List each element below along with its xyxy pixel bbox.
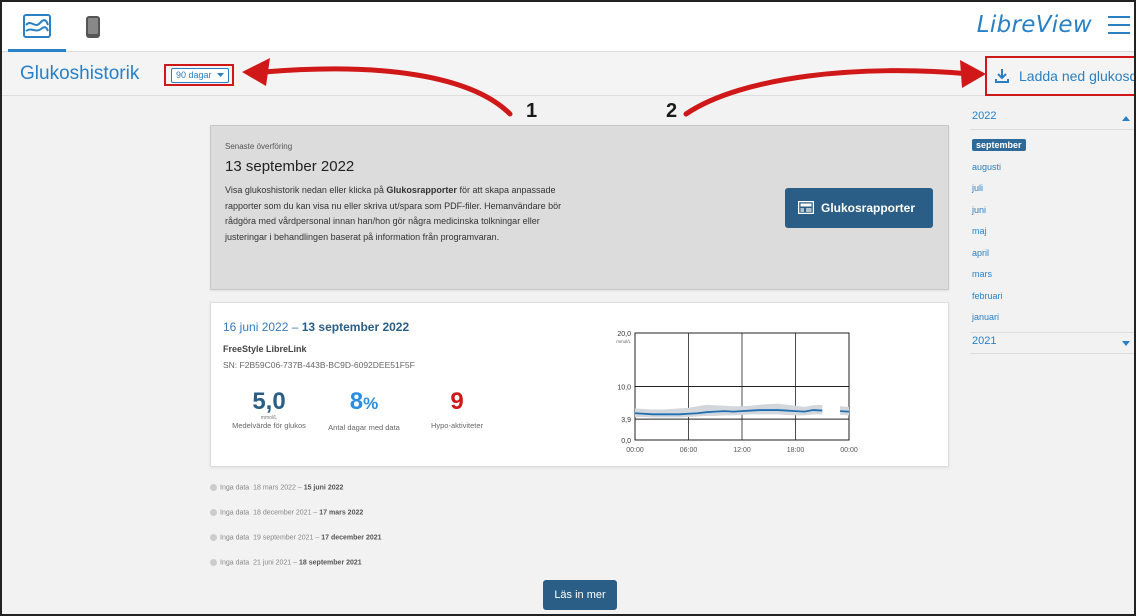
median-line	[840, 410, 850, 413]
x-tick-label: 12:00	[733, 447, 751, 454]
range-label: 90 dagar	[176, 70, 212, 80]
stat-days-with-data: 8% Antal dagar med data	[323, 389, 405, 433]
y-tick-label: 0,0	[621, 438, 631, 445]
month-item-juni[interactable]: juni	[970, 203, 1070, 225]
page-title: Glukoshistorik	[20, 63, 140, 84]
period-range: 16 juni 2022 – 13 september 2022	[223, 320, 409, 334]
month-item-maj[interactable]: maj	[970, 224, 1070, 246]
y-tick-label: 10,0	[617, 385, 631, 392]
stat-value: 9	[450, 388, 464, 415]
period-summary-card: 16 juni 2022 – 13 september 2022 FreeSty…	[210, 302, 949, 467]
stat-label: Antal dagar med data	[328, 423, 400, 432]
nav-glucose-history[interactable]	[8, 2, 66, 52]
no-data-label: Inga data	[220, 559, 250, 567]
period-end: 13 september 2022	[301, 320, 410, 334]
annotation-number-1: 1	[526, 100, 538, 122]
x-tick-label: 06:00	[680, 447, 698, 454]
daily-glucose-chart: 20,0 10,0 3,9 0,0 mmol/L 00:00 06:00 12:00 18:00…	[616, 331, 858, 454]
no-data-start: 18 december 2021 –	[253, 509, 318, 517]
status-dot	[210, 509, 217, 516]
month-list: september augusti juli juni maj april ma…	[970, 138, 1070, 332]
stat-label: Medelvärde för glukos	[232, 421, 306, 430]
month-item-augusti[interactable]: augusti	[970, 160, 1070, 182]
app-frame: LibreView Glukoshistorik 90 dagar Ladda …	[0, 0, 1136, 616]
latest-upload-date: 13 september 2022	[225, 158, 355, 175]
month-item-februari[interactable]: februari	[970, 289, 1070, 311]
month-label: september	[972, 139, 1026, 151]
glucose-reports-label: Glukosrapporter	[821, 201, 916, 215]
no-data-start: 19 september 2021 –	[253, 534, 320, 542]
no-data-end: 15 juni 2022	[303, 484, 344, 492]
no-data-start: 21 juni 2021 –	[253, 559, 298, 567]
no-data-end: 17 mars 2022	[319, 509, 364, 517]
x-tick-label: 00:00	[626, 447, 644, 454]
stat-average-glucose: 5,0 mmol/L Medelvärde för glukos	[225, 388, 313, 431]
phone-icon	[86, 16, 100, 38]
download-glucose-data-button[interactable]: Ladda ned glukosdata	[985, 56, 1136, 96]
year-2021-toggle[interactable]: 2021	[970, 332, 1134, 354]
no-data-label: Inga data	[220, 509, 250, 517]
device-serial: SN: F2B59C06-737B-443B-BC9D-6092DEE51F5F	[223, 360, 415, 370]
brand-logo[interactable]: LibreView	[977, 12, 1092, 38]
download-label: Ladda ned glukosdata	[1019, 68, 1136, 84]
month-item-april[interactable]: april	[970, 246, 1070, 268]
status-dot	[210, 534, 217, 541]
caret-up-icon	[1122, 116, 1130, 121]
y-tick-label: 3,9	[621, 417, 631, 424]
no-data-row: Inga data 18 december 2021 – 17 mars 202…	[210, 509, 363, 516]
status-dot	[210, 484, 217, 491]
no-data-end: 18 september 2021	[299, 559, 362, 567]
no-data-row: Inga data 21 juni 2021 – 18 september 20…	[210, 559, 362, 566]
top-bar: LibreView	[2, 2, 1134, 52]
no-data-start: 18 mars 2022 –	[253, 484, 302, 492]
x-tick-label: 00:00	[840, 447, 858, 454]
stat-percent: %	[363, 394, 379, 413]
month-item-september[interactable]: september	[970, 138, 1070, 160]
no-data-row: Inga data 18 mars 2022 – 15 juni 2022	[210, 484, 343, 491]
no-data-label: Inga data	[220, 484, 250, 492]
device-name: FreeStyle LibreLink	[223, 344, 307, 354]
range-highlight: 90 dagar	[164, 64, 234, 86]
caret-down-icon	[1122, 341, 1130, 346]
annotation-number-2: 2	[666, 100, 678, 122]
no-data-row: Inga data 19 september 2021 – 17 decembe…	[210, 534, 382, 541]
status-dot	[210, 559, 217, 566]
y-tick-label: 20,0	[617, 331, 631, 338]
glucose-history-icon	[23, 13, 51, 38]
no-data-label: Inga data	[220, 534, 250, 542]
nav-device[interactable]	[64, 2, 122, 52]
month-item-mars[interactable]: mars	[970, 267, 1070, 289]
x-tick-label: 18:00	[787, 447, 805, 454]
month-item-januari[interactable]: januari	[970, 310, 1070, 332]
stat-value: 8%	[323, 389, 405, 417]
period-start: 16 juni 2022 –	[223, 320, 299, 334]
stat-label: Hypo-aktiviteter	[430, 421, 484, 430]
range-dropdown-button[interactable]: 90 dagar	[171, 68, 230, 83]
month-item-juli[interactable]: juli	[970, 181, 1070, 203]
description-part: Visa glukoshistorik nedan eller klicka p…	[225, 185, 387, 195]
sub-header: Glukoshistorik 90 dagar Ladda ned glukos…	[2, 53, 1136, 96]
description-bold: Glukosrapporter	[386, 185, 457, 195]
download-icon	[995, 69, 1009, 83]
load-more-button[interactable]: Läs in mer	[543, 580, 617, 610]
stat-number: 8	[349, 388, 364, 415]
year-label: 2021	[972, 335, 997, 347]
year-2022-toggle[interactable]: 2022	[970, 108, 1134, 130]
glucose-reports-button[interactable]: Glukosrapporter	[785, 188, 933, 228]
latest-upload-description: Visa glukoshistorik nedan eller klicka p…	[225, 183, 581, 245]
latest-upload-label: Senaste överföring	[225, 142, 293, 151]
caret-down-icon	[217, 73, 225, 78]
latest-upload-card: Senaste överföring 13 september 2022 Vis…	[210, 125, 949, 290]
year-label: 2022	[972, 110, 997, 122]
stat-value: 5,0	[252, 388, 286, 415]
y-unit-label: mmol/L	[616, 339, 631, 344]
hamburger-menu-icon[interactable]	[1108, 16, 1130, 34]
stat-hypo-events: 9 Hypo-aktiviteter	[417, 388, 497, 431]
no-data-end: 17 december 2021	[321, 534, 382, 542]
report-icon	[798, 201, 814, 214]
